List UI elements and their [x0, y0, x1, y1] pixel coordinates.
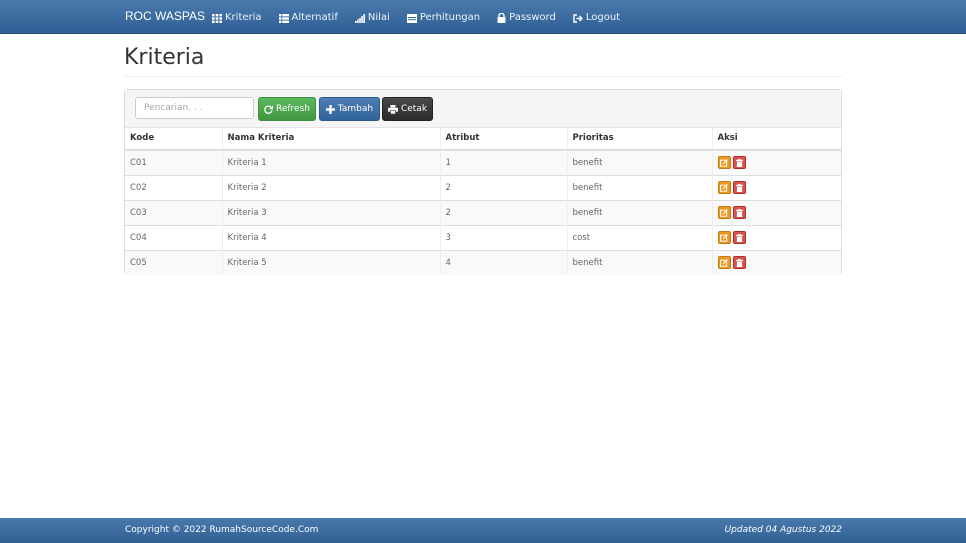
updated-text: Updated 04 Agustus 2022 — [724, 525, 842, 535]
cell-atribut: 4 — [440, 249, 568, 275]
cell-prioritas: cost — [567, 224, 713, 250]
edit-icon — [720, 258, 728, 267]
brand-link[interactable]: ROC WASPAS — [125, 9, 205, 23]
cell-aksi — [712, 224, 841, 250]
delete-button[interactable] — [732, 256, 746, 270]
cetak-label: Cetak — [400, 104, 428, 114]
table-row: C03 Kriteria 3 2 benefit — [125, 199, 841, 225]
top-navbar: ROC WASPAS Kriteria Alternatif Nilai Per… — [0, 0, 966, 34]
kriteria-panel: Refresh Tambah Cetak — [124, 89, 842, 275]
print-icon — [387, 104, 398, 114]
cell-aksi — [712, 174, 841, 200]
edit-icon — [720, 183, 728, 192]
grid-icon — [212, 13, 222, 23]
nav-item-nilai[interactable]: Nilai — [354, 12, 390, 24]
calendar-icon — [406, 13, 417, 23]
list-icon — [278, 13, 289, 23]
cell-aksi — [712, 149, 841, 175]
edit-icon — [720, 233, 728, 242]
delete-button[interactable] — [732, 206, 746, 219]
nav-item-password[interactable]: Password — [497, 12, 556, 24]
nav-item-alternatif[interactable]: Alternatif — [278, 12, 338, 24]
cell-nama: Kriteria 1 — [222, 149, 441, 175]
trash-icon — [735, 183, 743, 192]
cell-kode: C01 — [125, 149, 223, 175]
edit-button[interactable] — [717, 181, 731, 194]
refresh-button[interactable]: Refresh — [258, 97, 316, 121]
edit-button[interactable] — [717, 256, 731, 270]
nav-label-logout: Logout — [585, 12, 621, 23]
cell-atribut: 1 — [440, 149, 568, 175]
nav-label-alternatif: Alternatif — [291, 12, 338, 23]
trash-icon — [735, 258, 743, 267]
nav-label-perhitungan: Perhitungan — [419, 12, 481, 23]
delete-button[interactable] — [732, 231, 746, 244]
header-aksi: Aksi — [712, 127, 841, 151]
panel-toolbar: Refresh Tambah Cetak — [125, 90, 841, 128]
cell-kode: C03 — [125, 199, 223, 225]
cell-nama: Kriteria 3 — [222, 199, 441, 225]
cell-atribut: 2 — [440, 199, 568, 225]
trash-icon — [735, 208, 743, 217]
cell-prioritas: benefit — [567, 149, 713, 175]
nav-item-logout[interactable]: Logout — [573, 12, 620, 24]
edit-button[interactable] — [717, 156, 731, 170]
table-row: C04 Kriteria 4 3 cost — [125, 224, 841, 250]
cetak-button[interactable]: Cetak — [382, 97, 433, 121]
edit-icon — [720, 208, 728, 217]
cell-prioritas: benefit — [567, 199, 713, 225]
cell-atribut: 3 — [440, 224, 568, 250]
header-atribut: Atribut — [440, 127, 568, 151]
cell-nama: Kriteria 5 — [222, 249, 441, 275]
cell-aksi — [712, 249, 841, 275]
edit-button[interactable] — [717, 206, 731, 219]
cell-prioritas: benefit — [567, 174, 713, 200]
nav-label-kriteria: Kriteria — [225, 12, 262, 23]
table-header-row: Kode Nama Kriteria Atribut Prioritas Aks… — [125, 127, 841, 151]
plus-icon — [325, 104, 335, 114]
edit-button[interactable] — [717, 231, 731, 244]
table-row: C05 Kriteria 5 4 benefit — [125, 249, 841, 275]
table-row: C02 Kriteria 2 2 benefit — [125, 174, 841, 200]
cell-atribut: 2 — [440, 174, 568, 200]
header-nama-kriteria: Nama Kriteria — [222, 127, 441, 151]
edit-icon — [720, 158, 728, 167]
cell-nama: Kriteria 2 — [222, 174, 441, 200]
page-footer: Copyright © 2022 RumahSourceCode.Com Upd… — [0, 518, 966, 543]
header-prioritas: Prioritas — [567, 127, 713, 151]
nav-item-kriteria[interactable]: Kriteria — [212, 12, 262, 24]
trash-icon — [735, 158, 743, 167]
nav-item-perhitungan[interactable]: Perhitungan — [406, 12, 481, 24]
nav-label-nilai: Nilai — [367, 12, 390, 23]
delete-button[interactable] — [732, 156, 746, 170]
cell-nama: Kriteria 4 — [222, 224, 441, 250]
table-row: C01 Kriteria 1 1 benefit — [125, 149, 841, 175]
search-input[interactable] — [135, 97, 254, 119]
refresh-label: Refresh — [276, 104, 310, 114]
nav-label-password: Password — [509, 12, 556, 23]
cell-prioritas: benefit — [567, 249, 713, 275]
cell-aksi — [712, 199, 841, 225]
tambah-label: Tambah — [337, 104, 374, 114]
title-divider — [124, 76, 842, 77]
tambah-button[interactable]: Tambah — [319, 97, 380, 121]
delete-button[interactable] — [732, 181, 746, 194]
main-nav: Kriteria Alternatif Nilai Perhitungan Pa… — [212, 11, 637, 25]
copyright-text: Copyright © 2022 RumahSourceCode.Com — [125, 525, 319, 535]
refresh-icon — [264, 105, 273, 114]
page-title: Kriteria — [124, 45, 205, 70]
trash-icon — [735, 233, 743, 242]
lock-icon — [497, 13, 506, 23]
logout-icon — [573, 13, 583, 23]
header-kode: Kode — [125, 127, 223, 151]
cell-kode: C05 — [125, 249, 223, 275]
cell-kode: C04 — [125, 224, 223, 250]
kriteria-table: Kode Nama Kriteria Atribut Prioritas Aks… — [125, 127, 841, 275]
cell-kode: C02 — [125, 174, 223, 200]
signal-icon — [354, 13, 365, 23]
